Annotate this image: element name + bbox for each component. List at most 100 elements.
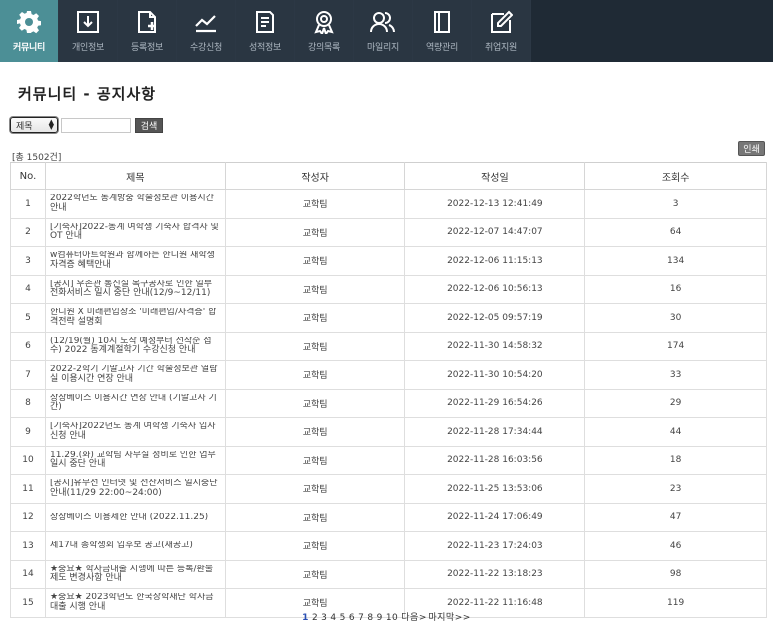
nav-item-career[interactable]: 취업지원 [472,0,531,62]
nav-filler [531,0,773,62]
column-header-subject: 제목 [44,162,226,190]
cell-views: 33 [584,360,767,390]
subject-text[interactable]: [공지] 우촌관 통신실 복구공사로 인한 일부 전화서비스 일시 중단 안내(… [50,280,219,299]
search-input[interactable] [61,117,131,133]
cell-author: 교학팀 [224,531,406,561]
subject-text[interactable]: [기숙사]2022년도 동계 여학생 기숙사 입사 신청 안내 [50,422,219,441]
document-lines-icon [252,9,278,35]
table-row[interactable]: 5 한디원 X 미래편입창조 '미래편입/자격증' 합격전략 설명회 교학팀 2022… [10,303,767,333]
subject-text[interactable]: 상상베이스 이용시간 연장 안내 (기말고사 기간) [50,394,219,413]
cell-subject-link[interactable]: 상상베이스 이용시간 연장 안내 (기말고사 기간) [44,388,226,418]
search-field-select[interactable]: 제목 ▲ ▼ [10,117,58,133]
page-link[interactable]: 10 [386,613,398,623]
page-link[interactable]: 6 [349,613,355,623]
table-row[interactable]: 8 상상베이스 이용시간 연장 안내 (기말고사 기간) 교학팀 2022-11-29… [10,388,767,418]
print-button[interactable]: 인쇄 [738,141,765,156]
cell-subject-link[interactable]: [공지] 우촌관 통신실 복구공사로 인한 일부 전화서비스 일시 중단 안내(… [44,274,226,304]
table-row[interactable]: 7 2022-2학기 기말고사 기간 학술정보관 열람실 이용시간 연장 안내 교학… [10,360,767,390]
cell-no: 8 [10,388,46,418]
cell-author: 교학팀 [224,474,406,504]
cell-date: 2022-11-24 17:06:49 [404,502,586,532]
table-row[interactable]: 2 [기숙사]2022-동계 여학생 기숙사 합격자 및 OT 안내 교학팀 2022… [10,217,767,247]
table-row[interactable]: 6 (12/19(월) 10시 도착 예정부터 선착순 접수) 2022 동계계절… [10,331,767,361]
gear-icon [16,9,42,35]
cell-subject-link[interactable]: [공지]유무선 인터넷 및 전산서비스 일시중단 안내(11/29 22:00~… [44,474,226,504]
table-row[interactable]: 13 제17대 총학생회 입후보 공고(재공고) 교학팀 2022-11-23 17:… [10,531,767,561]
cell-subject-link[interactable]: 2022-2학기 기말고사 기간 학술정보관 열람실 이용시간 연장 안내 [44,360,226,390]
subject-text[interactable]: w컴퓨터아트학원과 함께하는 한디원 재학생 자격증 혜택안내 [50,251,219,270]
cell-no: 7 [10,360,46,390]
table-row[interactable]: 12 상상베이스 이용제한 안내 (2022.11.25) 교학팀 2022-11-2… [10,502,767,532]
cell-subject-link[interactable]: 한디원 X 미래편입창조 '미래편입/자격증' 합격전략 설명회 [44,303,226,333]
cell-subject-link[interactable]: [기숙사]2022-동계 여학생 기숙사 합격자 및 OT 안내 [44,217,226,247]
cell-author: 교학팀 [224,388,406,418]
page-link[interactable]: 3 [321,613,327,623]
subject-text[interactable]: 제17대 총학생회 입후보 공고(재공고) [50,541,219,551]
subject-text[interactable]: 2022학년도 동계방중 학술정보관 이용시간 안내 [50,194,219,213]
nav-item-personal-info[interactable]: 개인정보 [59,0,118,62]
nav-item-mileage[interactable]: 마일리지 [354,0,413,62]
download-box-icon [75,9,101,35]
cell-subject-link[interactable]: 11.29.(화) 교학팀 사무실 정비로 인한 업무 일시 중단 안내 [44,445,226,475]
nav-label: 개인정보 [72,43,104,53]
cell-subject-link[interactable]: 상상베이스 이용제한 안내 (2022.11.25) [44,502,226,532]
subject-text[interactable]: ★중요★ 학자금대출 시행에 따른 등록/환불 제도 변경사항 안내 [50,565,219,584]
page-link[interactable]: 2 [312,613,318,623]
subject-text[interactable]: [공지]유무선 인터넷 및 전산서비스 일시중단 안내(11/29 22:00~… [50,479,219,498]
table-row[interactable]: 9 [기숙사]2022년도 동계 여학생 기숙사 입사 신청 안내 교학팀 2022-… [10,417,767,447]
subject-text[interactable]: 상상베이스 이용제한 안내 (2022.11.25) [50,513,219,523]
cell-subject-link[interactable]: w컴퓨터아트학원과 함께하는 한디원 재학생 자격증 혜택안내 [44,246,226,276]
table-row[interactable]: 1 2022학년도 동계방중 학술정보관 이용시간 안내 교학팀 2022-12-13… [10,189,767,219]
page-link[interactable]: 1 [302,613,309,623]
page-link[interactable]: 9 [377,613,383,623]
cell-date: 2022-12-06 10:56:13 [404,274,586,304]
next-page-link[interactable]: 다음> [401,613,427,623]
column-header-author: 작성자 [224,162,406,190]
table-row[interactable]: 3 w컴퓨터아트학원과 함께하는 한디원 재학생 자격증 혜택안내 교학팀 2022-… [10,246,767,276]
cell-author: 교학팀 [224,274,406,304]
cell-author: 교학팀 [224,189,406,219]
nav-item-course-registration[interactable]: 수강신청 [177,0,236,62]
table-row[interactable]: 14 ★중요★ 학자금대출 시행에 따른 등록/환불 제도 변경사항 안내 교학팀 2… [10,559,767,589]
users-icon [370,9,396,35]
page-link[interactable]: 5 [340,613,346,623]
page-link[interactable]: 4 [330,613,336,623]
search-button[interactable]: 검색 [135,117,163,133]
cell-no: 12 [10,502,46,532]
page-link[interactable]: 7 [358,613,364,623]
cell-views: 64 [584,217,767,247]
cell-views: 23 [584,474,767,504]
page-link[interactable]: 8 [367,613,373,623]
cell-views: 3 [584,189,767,219]
cell-date: 2022-12-06 11:15:13 [404,246,586,276]
cell-author: 교학팀 [224,303,406,333]
subject-text[interactable]: [기숙사]2022-동계 여학생 기숙사 합격자 및 OT 안내 [50,223,219,242]
nav-item-registration[interactable]: 등록정보 [118,0,177,62]
nav-label: 수강신청 [190,43,222,53]
table-row[interactable]: 10 11.29.(화) 교학팀 사무실 정비로 인한 업무 일시 중단 안내 교학… [10,445,767,475]
nav-item-community[interactable]: 커뮤니티 [0,0,59,62]
nav-label: 역량관리 [426,43,458,53]
subject-text[interactable]: 11.29.(화) 교학팀 사무실 정비로 인한 업무 일시 중단 안내 [50,451,219,470]
subject-text[interactable]: 2022-2학기 기말고사 기간 학술정보관 열람실 이용시간 연장 안내 [50,365,219,384]
table-row[interactable]: 4 [공지] 우촌관 통신실 복구공사로 인한 일부 전화서비스 일시 중단 안내… [10,274,767,304]
last-page-link[interactable]: 마지막>> [428,613,470,623]
nav-item-grades[interactable]: 성적정보 [236,0,295,62]
nav-label: 등록정보 [131,43,163,53]
nav-item-lecture-list[interactable]: 강의목록 [295,0,354,62]
search-bar: 제목 ▲ ▼ 검색 [10,117,163,133]
subject-text[interactable]: (12/19(월) 10시 도착 예정부터 선착순 접수) 2022 동계계절학… [50,337,219,356]
page-title: 커뮤니티 - 공지사항 [18,85,157,103]
subject-text[interactable]: 한디원 X 미래편입창조 '미래편입/자격증' 합격전략 설명회 [50,308,219,327]
table-row[interactable]: 11 [공지]유무선 인터넷 및 전산서비스 일시중단 안내(11/29 22:0… [10,474,767,504]
cell-date: 2022-11-22 13:18:23 [404,559,586,589]
nav-item-competency[interactable]: 역량관리 [413,0,472,62]
cell-subject-link[interactable]: [기숙사]2022년도 동계 여학생 기숙사 입사 신청 안내 [44,417,226,447]
cell-subject-link[interactable]: 제17대 총학생회 입후보 공고(재공고) [44,531,226,561]
cell-subject-link[interactable]: (12/19(월) 10시 도착 예정부터 선착순 접수) 2022 동계계절학… [44,331,226,361]
cell-subject-link[interactable]: ★중요★ 학자금대출 시행에 따른 등록/환불 제도 변경사항 안내 [44,559,226,589]
cell-date: 2022-11-23 17:24:03 [404,531,586,561]
cell-no: 2 [10,217,46,247]
cell-views: 30 [584,303,767,333]
cell-subject-link[interactable]: 2022학년도 동계방중 학술정보관 이용시간 안내 [44,189,226,219]
